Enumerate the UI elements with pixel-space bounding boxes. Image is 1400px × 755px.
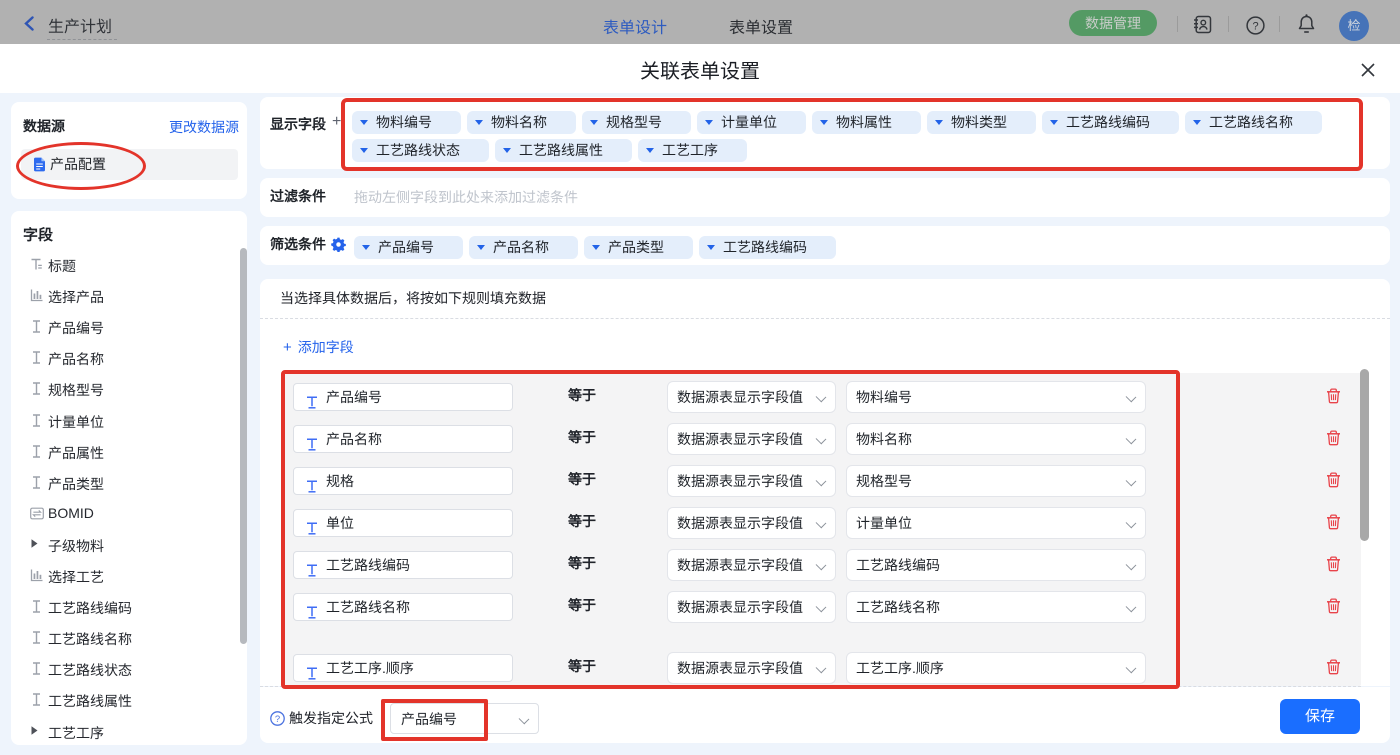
svg-text:?: ? xyxy=(275,714,280,725)
svg-text:?: ? xyxy=(1252,21,1258,33)
